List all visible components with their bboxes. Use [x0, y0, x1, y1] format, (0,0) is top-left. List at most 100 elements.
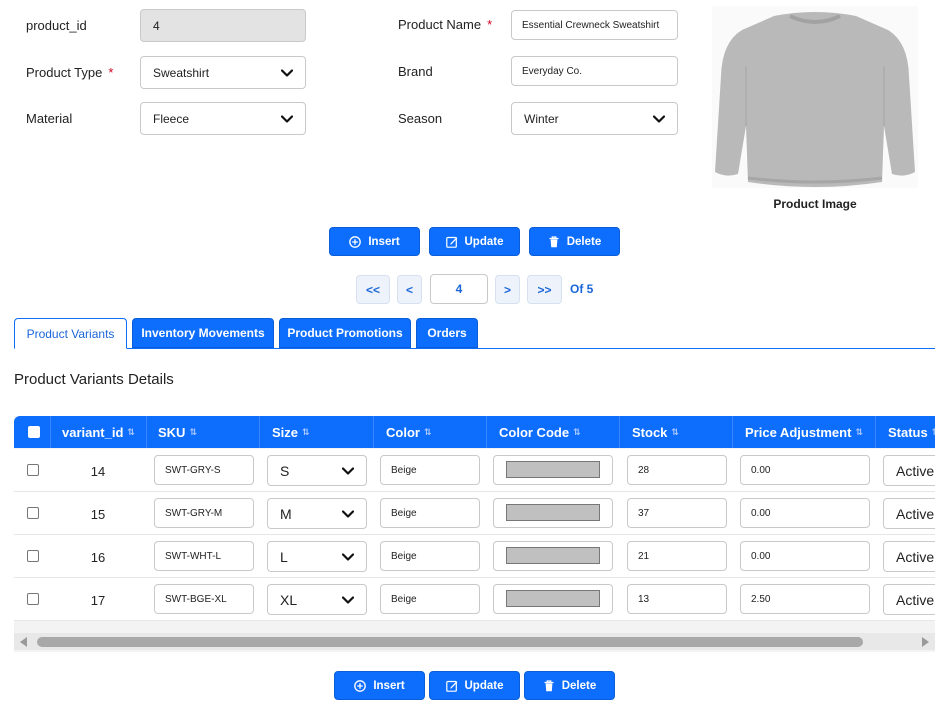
- size-select[interactable]: M: [267, 498, 367, 529]
- scroll-right-arrow[interactable]: [922, 637, 929, 647]
- stock-value: 21: [638, 550, 650, 562]
- color-field[interactable]: Beige: [380, 541, 480, 571]
- variant-id-cell: 15: [90, 507, 106, 522]
- size-value: M: [280, 505, 292, 522]
- product-id-field[interactable]: 4: [140, 9, 306, 42]
- price-adjustment-field[interactable]: 2.50: [740, 584, 870, 614]
- color-code-picker[interactable]: [493, 584, 613, 614]
- tab-inventory-movements[interactable]: Inventory Movements: [132, 318, 274, 348]
- sku-field[interactable]: SWT-WHT-L: [154, 541, 254, 571]
- status-select[interactable]: Active: [883, 498, 935, 529]
- tab-product-variants[interactable]: Product Variants: [14, 318, 127, 349]
- sku-field[interactable]: SWT-GRY-S: [154, 455, 254, 485]
- material-select[interactable]: Fleece: [140, 102, 306, 135]
- stock-value: 13: [638, 593, 650, 605]
- stock-field[interactable]: 37: [627, 498, 727, 528]
- column-color[interactable]: Color ⇅: [373, 416, 486, 448]
- select-all-checkbox[interactable]: [28, 426, 40, 438]
- delete-button[interactable]: Delete: [529, 227, 620, 256]
- table-row: 14 SWT-GRY-S S Beige 28 0.00 Active: [14, 449, 935, 492]
- first-page-button[interactable]: <<: [356, 275, 390, 304]
- table-header: variant_id ⇅ SKU ⇅ Size ⇅ Color ⇅ Color Code…: [14, 416, 935, 448]
- prev-page-button[interactable]: <: [397, 275, 422, 304]
- color-field[interactable]: Beige: [380, 455, 480, 485]
- price-adjustment-field[interactable]: 0.00: [740, 541, 870, 571]
- scroll-left-arrow[interactable]: [20, 637, 27, 647]
- product-name-field[interactable]: Essential Crewneck Sweatshirt: [511, 10, 678, 40]
- sort-icon: ⇅: [189, 426, 197, 437]
- column-label: variant_id: [62, 424, 124, 440]
- column-stock[interactable]: Stock ⇅: [619, 416, 732, 448]
- sku-field[interactable]: SWT-BGE-XL: [154, 584, 254, 614]
- size-select[interactable]: L: [267, 541, 367, 572]
- product-id-label: product_id: [26, 18, 87, 33]
- plus-circle-icon: [349, 235, 362, 248]
- product-type-value: Sweatshirt: [153, 65, 210, 80]
- column-label: Color Code: [499, 424, 570, 440]
- variant-id-cell: 14: [90, 464, 106, 479]
- column-color-code[interactable]: Color Code ⇅: [486, 416, 619, 448]
- table-row: 17 SWT-BGE-XL XL Beige 13 2.50 Active: [14, 578, 935, 621]
- tab-orders[interactable]: Orders: [416, 318, 478, 348]
- column-sku[interactable]: SKU ⇅: [146, 416, 259, 448]
- color-code-picker[interactable]: [493, 498, 613, 528]
- color-field[interactable]: Beige: [380, 498, 480, 528]
- column-size[interactable]: Size ⇅: [259, 416, 373, 448]
- column-price-adjustment[interactable]: Price Adjustment ⇅: [732, 416, 875, 448]
- horizontal-scrollbar[interactable]: [14, 633, 935, 650]
- scrollbar-thumb[interactable]: [37, 637, 863, 647]
- brand-field[interactable]: Everyday Co.: [511, 56, 678, 86]
- size-select[interactable]: S: [267, 455, 367, 486]
- stock-field[interactable]: 13: [627, 584, 727, 614]
- column-status[interactable]: Status ⇅: [875, 416, 935, 448]
- column-label: Status: [888, 424, 928, 440]
- insert-button[interactable]: Insert: [329, 227, 420, 256]
- insert-label: Insert: [368, 235, 400, 248]
- status-value: Active: [896, 591, 935, 608]
- sku-field[interactable]: SWT-GRY-M: [154, 498, 254, 528]
- product-type-select[interactable]: Sweatshirt: [140, 56, 306, 89]
- status-select[interactable]: Active: [883, 584, 935, 615]
- chevron-down-icon: [342, 595, 354, 604]
- row-checkbox[interactable]: [27, 550, 39, 562]
- chevron-down-icon: [342, 466, 354, 475]
- color-field[interactable]: Beige: [380, 584, 480, 614]
- status-select[interactable]: Active: [883, 541, 935, 572]
- product-id-value: 4: [153, 18, 160, 33]
- next-page-button[interactable]: >: [495, 275, 520, 304]
- variant-id-cell: 17: [90, 593, 106, 608]
- table-row: 16 SWT-WHT-L L Beige 21 0.00 Active: [14, 535, 935, 578]
- color-value: Beige: [391, 550, 417, 562]
- row-checkbox[interactable]: [27, 464, 39, 476]
- sku-value: SWT-BGE-XL: [165, 593, 227, 605]
- row-checkbox[interactable]: [27, 593, 39, 605]
- stock-value: 28: [638, 464, 650, 476]
- update-button[interactable]: Update: [429, 227, 520, 256]
- stock-field[interactable]: 28: [627, 455, 727, 485]
- variant-update-button[interactable]: Update: [429, 671, 520, 700]
- price-adjustment-value: 0.00: [751, 507, 771, 519]
- color-swatch: [506, 590, 600, 607]
- tabs-divider: [14, 348, 935, 349]
- color-code-picker[interactable]: [493, 541, 613, 571]
- row-checkbox[interactable]: [27, 507, 39, 519]
- size-select[interactable]: XL: [267, 584, 367, 615]
- season-select[interactable]: Winter: [511, 102, 678, 135]
- price-adjustment-field[interactable]: 0.00: [740, 498, 870, 528]
- chevron-down-icon: [281, 68, 293, 77]
- chevron-down-icon: [281, 114, 293, 123]
- color-code-picker[interactable]: [493, 455, 613, 485]
- product-name-label-text: Product Name: [398, 17, 482, 32]
- status-select[interactable]: Active: [883, 455, 935, 486]
- variant-insert-button[interactable]: Insert: [334, 671, 425, 700]
- page-number-input[interactable]: 4: [430, 274, 488, 304]
- price-adjustment-value: 0.00: [751, 550, 771, 562]
- tab-product-promotions[interactable]: Product Promotions: [279, 318, 411, 348]
- price-adjustment-field[interactable]: 0.00: [740, 455, 870, 485]
- column-label: Color: [386, 424, 420, 440]
- stock-field[interactable]: 21: [627, 541, 727, 571]
- last-page-button[interactable]: >>: [527, 275, 562, 304]
- variant-delete-button[interactable]: Delete: [524, 671, 615, 700]
- product-name-label: Product Name *: [398, 17, 492, 32]
- column-variant-id[interactable]: variant_id ⇅: [50, 416, 146, 448]
